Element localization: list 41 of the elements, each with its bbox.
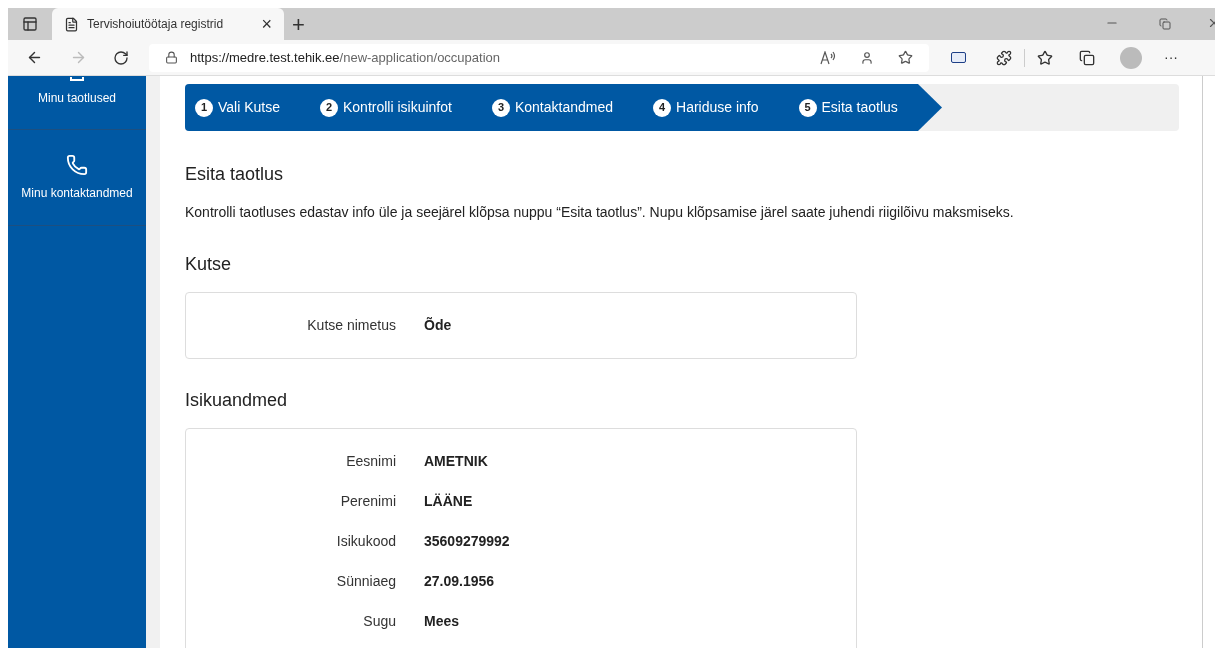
- phone-icon: [66, 153, 88, 176]
- page-title: Esita taotlus: [185, 163, 285, 186]
- browser-tab[interactable]: Tervishoiutöötaja registrid ×: [52, 8, 284, 40]
- field-value: Mees: [424, 612, 460, 631]
- add-favorite-icon[interactable]: [898, 50, 913, 65]
- back-icon[interactable]: [26, 49, 43, 66]
- step[interactable]: 2 Kontrolli isikuinfot: [320, 97, 452, 118]
- lock-icon: [165, 51, 178, 64]
- field-label: Sugu: [362, 612, 396, 631]
- favorites-icon[interactable]: [1037, 49, 1053, 66]
- field-label: Perenimi: [339, 492, 396, 511]
- field-label: Sünniaeg: [335, 572, 396, 591]
- more-button[interactable]: ···: [1164, 47, 1178, 68]
- address-bar[interactable]: https://medre.test.tehik.ee/new-application/occupation: [149, 43, 929, 72]
- field-label: Kutse nimetus: [306, 316, 396, 335]
- field-value: 35609279992: [424, 532, 510, 551]
- step[interactable]: 5 Esita taotlus: [798, 97, 898, 118]
- field-value: AMETNIK: [424, 452, 488, 471]
- tab-actions-icon[interactable]: [22, 16, 38, 32]
- tab-title: Tervishoiutöötaja registrid: [87, 16, 225, 33]
- step[interactable]: 4 Hariduse info: [653, 97, 759, 118]
- page-icon: [64, 16, 79, 32]
- url-text: https://medre.test.tehik.ee/new-application/occupation: [190, 48, 501, 67]
- read-aloud-icon[interactable]: [820, 50, 836, 65]
- field-label: Eesnimi: [345, 452, 396, 471]
- field-label: Isikukood: [335, 532, 396, 551]
- step[interactable]: 3 Kontaktandmed: [491, 97, 613, 118]
- field-value: Õde: [424, 316, 452, 335]
- field-value: 27.09.1956: [424, 572, 495, 591]
- reload-icon[interactable]: [113, 49, 129, 66]
- section-heading: Isikuandmed: [185, 389, 289, 412]
- step[interactable]: 1 Vali Kutse: [195, 97, 280, 118]
- close-tab-button[interactable]: ×: [261, 15, 272, 33]
- id-extension-icon[interactable]: [951, 52, 966, 63]
- collections-icon[interactable]: [1079, 49, 1095, 66]
- new-tab-button[interactable]: +: [284, 8, 313, 40]
- field-value: LÄÄNE: [424, 492, 473, 511]
- restore-icon[interactable]: [1159, 18, 1171, 30]
- intro-text: Kontrolli taotluses edastav info üle ja seejärel klõpsa nuppu “Esita taotlus”. Nupu klõpsamise järel saate juhendi riigilõivu maksmiseks.: [185, 203, 1015, 222]
- extensions-icon[interactable]: [996, 49, 1012, 66]
- section-heading: Kutse: [185, 253, 233, 276]
